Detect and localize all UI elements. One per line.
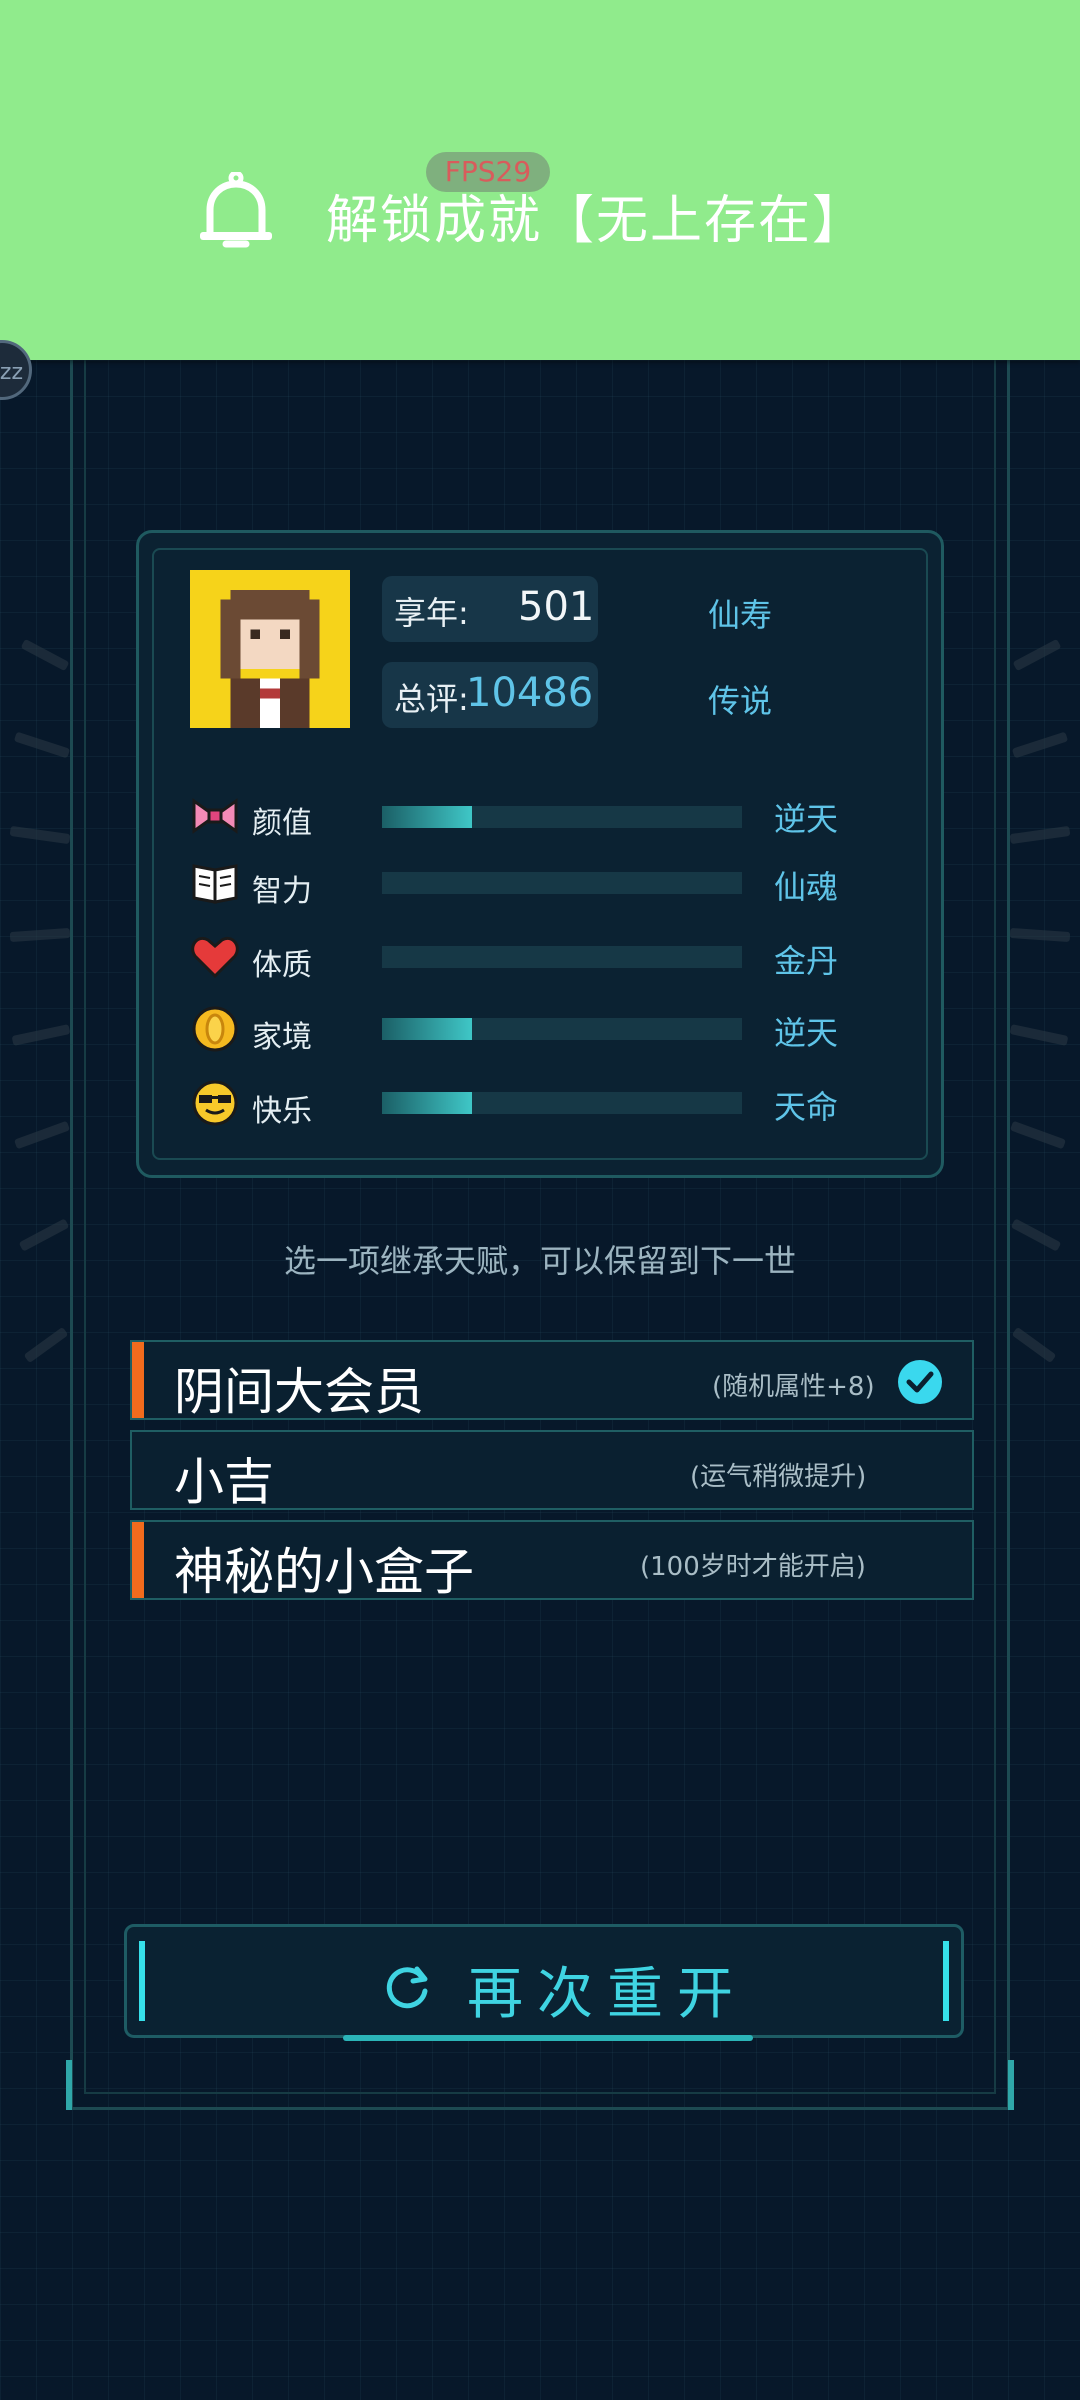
attribute-label: 智力 — [252, 874, 312, 909]
score-value: 10486 — [466, 670, 594, 716]
talent-desc: (随机属性+8) — [712, 1372, 875, 1402]
restart-button[interactable]: 再次重开 — [124, 1924, 964, 2041]
talent-name: 小吉 — [174, 1453, 274, 1511]
refresh-icon — [386, 1966, 428, 2009]
bell-icon — [200, 172, 272, 248]
score-grade: 传说 — [708, 682, 773, 720]
restart-edge-right — [943, 1941, 949, 2021]
age-grade: 仙寿 — [708, 596, 773, 634]
talent-desc: (运气稍微提升) — [690, 1462, 867, 1492]
restart-underline — [343, 2035, 753, 2041]
attribute-bar — [382, 946, 742, 968]
attribute-grade: 逆天 — [774, 1014, 839, 1052]
restart-edge-left — [139, 1941, 145, 2021]
attribute-bar — [382, 1018, 742, 1040]
attribute-label: 体质 — [252, 948, 312, 983]
talent-option[interactable]: 小吉 (运气稍微提升) — [130, 1430, 974, 1511]
attribute-bar — [382, 872, 742, 894]
avatar — [190, 570, 350, 728]
coin-icon — [192, 1006, 238, 1052]
attribute-bar — [382, 806, 742, 828]
sunglasses-emoji-icon — [192, 1080, 238, 1126]
age-chip: 享年: 501 — [382, 576, 598, 642]
attribute-label: 颜值 — [252, 806, 312, 841]
attribute-bar-fill — [382, 806, 472, 828]
attribute-grade: 逆天 — [774, 800, 839, 838]
achievement-notification[interactable]: 解锁成就【无上存在】 FPS29 — [0, 0, 1080, 360]
inherit-hint: 选一项继承天赋，可以保留到下一世 — [283, 1242, 796, 1280]
talent-option[interactable]: 阴间大会员 (随机属性+8) — [130, 1340, 974, 1421]
talent-name: 神秘的小盒子 — [174, 1543, 474, 1601]
score-label: 总评: — [394, 680, 469, 718]
fps-counter: FPS29 — [426, 152, 550, 192]
attribute-label: 快乐 — [252, 1094, 312, 1129]
attribute-bar-fill — [382, 1018, 472, 1040]
attribute-bar — [382, 1092, 742, 1114]
talent-option[interactable]: 神秘的小盒子 (100岁时才能开启) — [130, 1520, 974, 1601]
restart-label: 再次重开 — [467, 1962, 747, 2027]
notification-text: 解锁成就【无上存在】 — [326, 191, 867, 251]
heart-icon — [191, 937, 239, 979]
attribute-bar-fill — [382, 1092, 472, 1114]
talent-name: 阴间大会员 — [174, 1363, 424, 1421]
age-value: 501 — [518, 584, 595, 630]
frame-corner-tick — [1008, 2060, 1014, 2110]
check-icon — [898, 1360, 942, 1404]
attribute-grade: 金丹 — [774, 942, 839, 980]
bow-icon — [192, 798, 238, 834]
age-label: 享年: — [394, 594, 469, 632]
talent-desc: (100岁时才能开启) — [640, 1552, 866, 1582]
score-chip: 总评: 10486 — [382, 662, 598, 728]
attribute-grade: 天命 — [774, 1088, 839, 1126]
talent-accent-bar — [132, 1522, 144, 1598]
book-icon — [192, 864, 238, 904]
attribute-label: 家境 — [252, 1020, 312, 1055]
frame-corner-tick — [66, 2060, 72, 2110]
attribute-grade: 仙魂 — [774, 868, 839, 906]
talent-accent-bar — [132, 1342, 144, 1418]
